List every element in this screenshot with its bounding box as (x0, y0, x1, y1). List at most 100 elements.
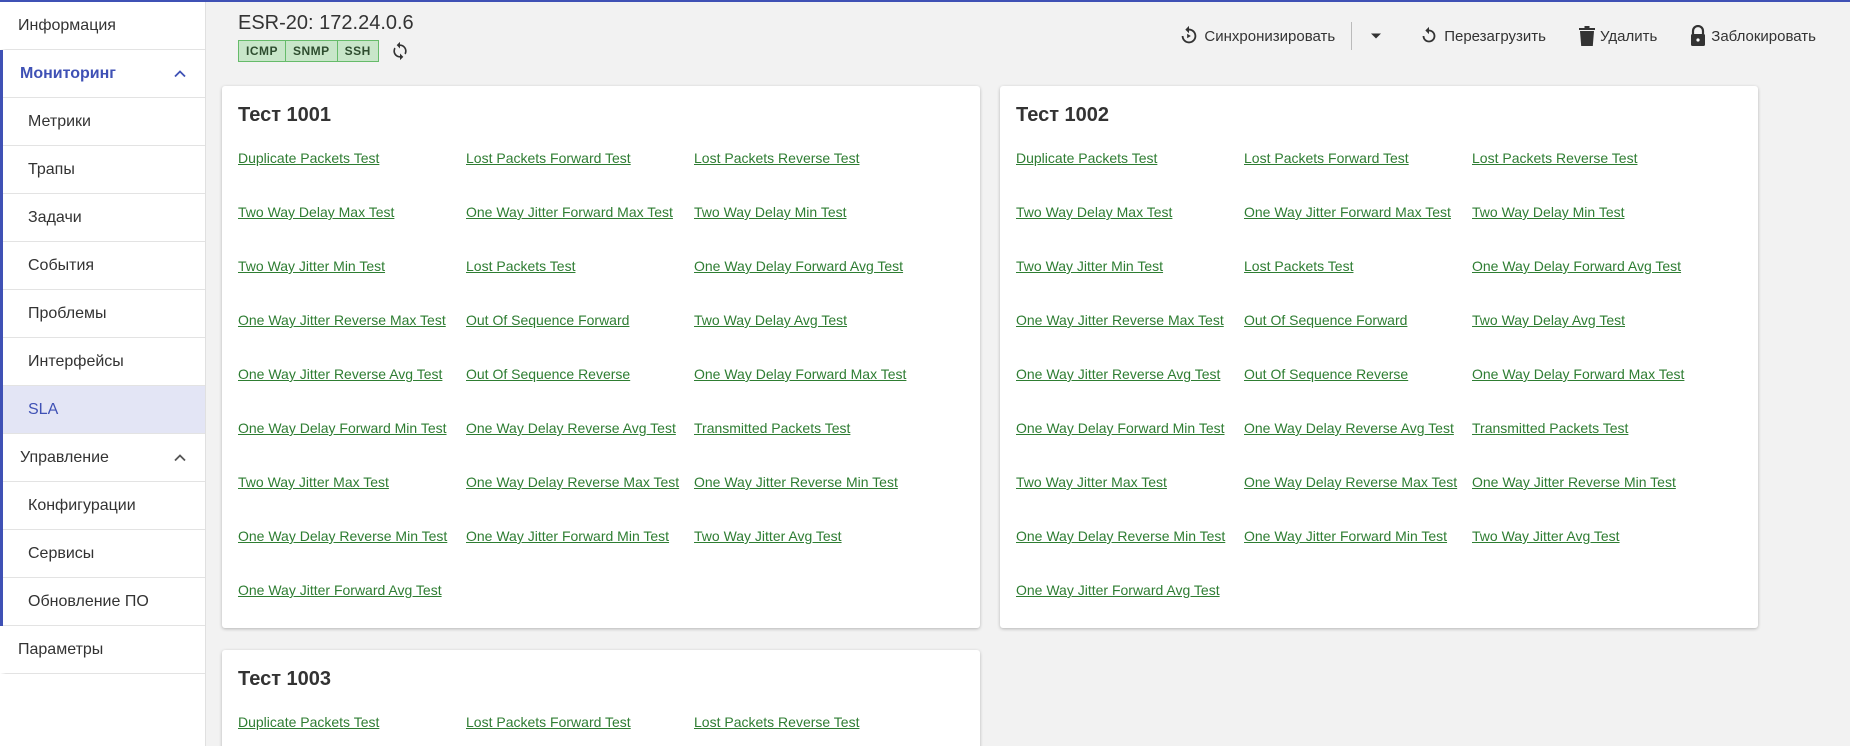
test-links-row: One Way Delay Forward Min Test One Way De… (238, 420, 978, 474)
sla-test-link[interactable]: One Way Jitter Forward Min Test (1244, 528, 1472, 582)
card-title: Тест 1002 (1016, 104, 1110, 126)
sla-test-link[interactable]: Lost Packets Test (1244, 258, 1472, 312)
sla-test-link[interactable]: One Way Delay Reverse Min Test (1016, 528, 1244, 582)
sla-test-link[interactable]: One Way Delay Reverse Avg Test (1244, 420, 1472, 474)
sla-test-link[interactable]: One Way Delay Forward Max Test (694, 366, 922, 420)
sla-test-link[interactable]: One Way Delay Reverse Max Test (466, 474, 694, 528)
sidebar-item-label: Трапы (28, 160, 75, 178)
sidebar-item-info[interactable]: Информация (0, 2, 205, 50)
test-links-row: One Way Delay Reverse Min Test One Way Ji… (238, 528, 978, 582)
status-badge-icmp: ICMP (238, 40, 286, 62)
sla-test-link[interactable]: Lost Packets Forward Test (466, 150, 694, 204)
sidebar-item-label: Метрики (28, 112, 91, 130)
sla-test-link[interactable]: One Way Jitter Forward Min Test (466, 528, 694, 582)
sla-test-link[interactable]: One Way Delay Forward Max Test (1472, 366, 1700, 420)
sla-test-link[interactable]: One Way Jitter Forward Max Test (466, 204, 694, 258)
sla-test-link[interactable]: Out Of Sequence Forward (466, 312, 694, 366)
test-links-row: One Way Jitter Forward Avg Test (238, 582, 978, 636)
sla-test-link[interactable]: Transmitted Packets Test (694, 420, 922, 474)
sla-test-link[interactable]: Two Way Delay Avg Test (694, 312, 922, 366)
sidebar-group-label: Управление (20, 448, 109, 466)
chevron-up-icon (174, 69, 186, 77)
test-links-row: Two Way Jitter Max Test One Way Delay Rev… (238, 474, 978, 528)
sla-test-link[interactable]: One Way Delay Forward Avg Test (1472, 258, 1700, 312)
sidebar-item-interfaces[interactable]: Интерфейсы (3, 338, 205, 386)
sidebar-item-tasks[interactable]: Задачи (3, 194, 205, 242)
sla-test-link[interactable]: Two Way Jitter Max Test (238, 474, 466, 528)
sla-test-link[interactable]: One Way Jitter Forward Max Test (1244, 204, 1472, 258)
sla-test-link[interactable]: Out Of Sequence Reverse (1244, 366, 1472, 420)
sla-test-link[interactable]: One Way Jitter Reverse Max Test (1016, 312, 1244, 366)
sidebar-item-sla[interactable]: SLA (3, 386, 205, 434)
sidebar-item-traps[interactable]: Трапы (3, 146, 205, 194)
sla-test-link[interactable]: Duplicate Packets Test (238, 150, 466, 204)
sidebar-item-label: SLA (28, 400, 59, 418)
sla-test-link[interactable]: One Way Jitter Reverse Min Test (1472, 474, 1700, 528)
sla-test-link[interactable]: One Way Jitter Reverse Min Test (694, 474, 922, 528)
sidebar-item-configurations[interactable]: Конфигурации (3, 482, 205, 530)
test-links-row: Duplicate Packets Test Lost Packets Forwa… (1016, 150, 1756, 204)
sync-dropdown-button[interactable] (1364, 22, 1388, 50)
sla-test-link[interactable]: Two Way Delay Max Test (238, 204, 466, 258)
trash-icon (1579, 26, 1595, 46)
sla-test-link[interactable]: Lost Packets Reverse Test (694, 150, 922, 204)
sla-test-link[interactable]: Out Of Sequence Reverse (466, 366, 694, 420)
sidebar-item-label: Конфигурации (28, 496, 136, 514)
sla-test-link[interactable]: Lost Packets Test (466, 258, 694, 312)
sla-test-link[interactable]: One Way Delay Forward Min Test (1016, 420, 1244, 474)
sidebar-item-problems[interactable]: Проблемы (3, 290, 205, 338)
sla-test-link[interactable]: One Way Delay Reverse Avg Test (466, 420, 694, 474)
sidebar-item-services[interactable]: Сервисы (3, 530, 205, 578)
page-title: ESR-20: 172.24.0.6 (238, 12, 414, 34)
sync-icon (1182, 25, 1197, 44)
test-links-row: Duplicate Packets Test Lost Packets Forwa… (238, 150, 978, 204)
sla-test-link[interactable]: Duplicate Packets Test (238, 714, 466, 746)
test-links-row: One Way Jitter Reverse Avg Test Out Of Se… (238, 366, 978, 420)
sla-test-link[interactable]: Two Way Jitter Avg Test (1472, 528, 1700, 582)
sla-test-link[interactable]: Two Way Jitter Avg Test (694, 528, 922, 582)
sla-test-link[interactable]: Two Way Jitter Min Test (1016, 258, 1244, 312)
sla-test-link[interactable]: Two Way Delay Min Test (1472, 204, 1700, 258)
sla-test-link[interactable]: Lost Packets Reverse Test (1472, 150, 1700, 204)
sla-test-link[interactable]: Two Way Delay Max Test (1016, 204, 1244, 258)
sla-test-link[interactable]: Two Way Jitter Max Test (1016, 474, 1244, 528)
sla-test-link[interactable]: One Way Jitter Reverse Avg Test (1016, 366, 1244, 420)
sidebar-group-monitoring-header[interactable]: Мониторинг (3, 50, 205, 98)
sla-test-link[interactable]: Two Way Delay Min Test (694, 204, 922, 258)
sla-test-link[interactable]: One Way Jitter Forward Avg Test (238, 582, 466, 636)
test-links-row: One Way Jitter Reverse Max Test Out Of Se… (238, 312, 978, 366)
sidebar-item-label: Интерфейсы (28, 352, 124, 370)
sla-test-link[interactable]: Lost Packets Reverse Test (694, 714, 922, 746)
lock-button[interactable]: Заблокировать (1689, 22, 1816, 50)
sla-test-link[interactable]: Two Way Jitter Min Test (238, 258, 466, 312)
delete-button[interactable]: Удалить (1578, 22, 1657, 50)
reboot-button[interactable]: Перезагрузить (1418, 22, 1546, 50)
sla-test-link[interactable]: One Way Jitter Reverse Avg Test (238, 366, 466, 420)
sidebar-item-label: Проблемы (28, 304, 107, 322)
sidebar-item-events[interactable]: События (3, 242, 205, 290)
sidebar-item-firmware-update[interactable]: Обновление ПО (3, 578, 205, 626)
sla-test-link[interactable]: One Way Jitter Reverse Max Test (238, 312, 466, 366)
divider (1351, 22, 1353, 50)
sidebar-item-metrics[interactable]: Метрики (3, 98, 205, 146)
refresh-icon[interactable] (389, 40, 411, 62)
sla-test-link[interactable]: One Way Delay Forward Avg Test (694, 258, 922, 312)
sla-test-link[interactable]: Transmitted Packets Test (1472, 420, 1700, 474)
test-links-row: One Way Delay Reverse Min Test One Way Ji… (1016, 528, 1756, 582)
sidebar-group-management-header[interactable]: Управление (3, 434, 205, 482)
sidebar-item-label: Параметры (18, 640, 104, 658)
delete-button-label: Удалить (1600, 27, 1658, 45)
sla-test-link[interactable]: Out Of Sequence Forward (1244, 312, 1472, 366)
sla-test-link[interactable]: Duplicate Packets Test (1016, 150, 1244, 204)
sync-button[interactable]: Синхронизировать (1178, 22, 1335, 50)
sla-test-link[interactable]: One Way Delay Forward Min Test (238, 420, 466, 474)
sla-test-link[interactable]: Two Way Delay Avg Test (1472, 312, 1700, 366)
sla-test-link[interactable]: One Way Delay Reverse Max Test (1244, 474, 1472, 528)
sla-test-link[interactable]: Lost Packets Forward Test (1244, 150, 1472, 204)
test-links-row: One Way Jitter Reverse Avg Test Out Of Se… (1016, 366, 1756, 420)
sla-test-link[interactable]: One Way Jitter Forward Avg Test (1016, 582, 1244, 636)
sla-test-link[interactable]: Lost Packets Forward Test (466, 714, 694, 746)
sla-test-link[interactable]: One Way Delay Reverse Min Test (238, 528, 466, 582)
sidebar-item-params[interactable]: Параметры (0, 626, 205, 674)
sidebar-item-label: Сервисы (28, 544, 95, 562)
